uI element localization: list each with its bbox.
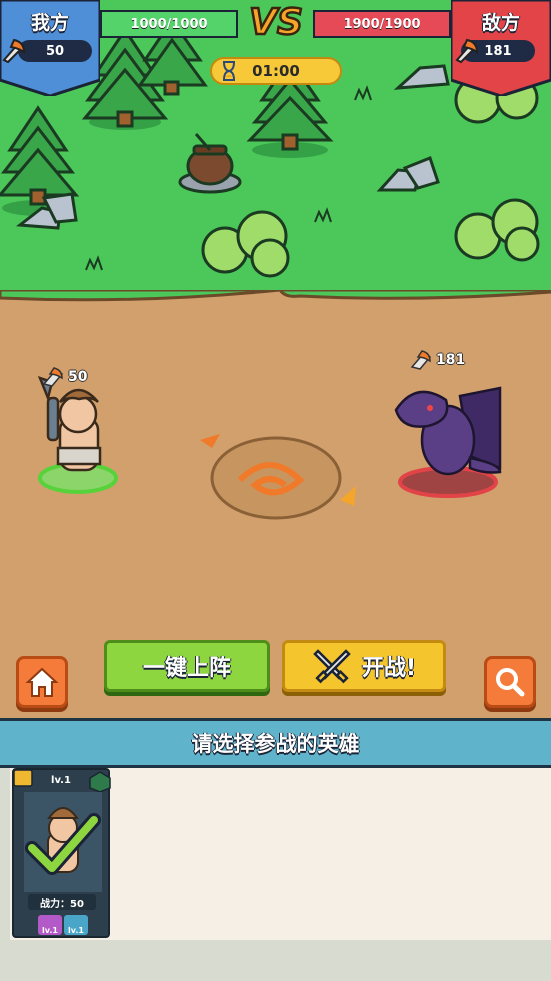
hero-power: 战力：50 xyxy=(28,894,96,910)
skill-slot: lv.1 xyxy=(64,915,88,935)
card-badges xyxy=(14,770,111,793)
skill-slot: lv.1 xyxy=(38,915,62,935)
class-icon xyxy=(89,771,111,793)
ally-hp-bar: 1000/1000 xyxy=(100,10,238,38)
arena-decor xyxy=(0,290,551,520)
ally-team-title: 我方 xyxy=(30,12,69,34)
axe-icon xyxy=(455,38,479,64)
home-button[interactable] xyxy=(16,656,68,708)
axe-icon xyxy=(42,367,64,387)
search-icon xyxy=(496,668,525,697)
enemy-team-title: 敌方 xyxy=(481,12,520,34)
enemy-hp-bar: 1900/1900 xyxy=(313,10,451,38)
enemy-unit-power: 181 xyxy=(408,349,465,371)
cooking-pot xyxy=(178,133,242,194)
dragon-enemy xyxy=(394,386,502,476)
start-battle-button[interactable]: 开战! xyxy=(282,640,446,692)
game-screen: 50 181 1000/1000 1900/1900 VS 我方 50 敌方 1… xyxy=(0,0,551,981)
caveman-hero xyxy=(37,375,102,472)
auto-deploy-button[interactable]: 一键上阵 xyxy=(104,640,270,692)
summon-circle xyxy=(200,434,356,520)
axe-icon xyxy=(2,38,26,64)
hourglass-icon xyxy=(223,61,235,81)
enemy-team-panel: 敌方 181 xyxy=(451,0,551,96)
home-icon xyxy=(25,667,59,697)
vs-text: VS xyxy=(249,2,303,43)
ally-team-panel: 我方 50 xyxy=(0,0,100,96)
crossed-swords-icon xyxy=(313,649,351,684)
axe-icon xyxy=(410,350,432,370)
ally-power: 50 xyxy=(18,40,92,62)
hero-card[interactable]: lv.1 战力：50 lv.1 lv.1 xyxy=(12,768,111,938)
vs-emblem: VS xyxy=(248,1,304,44)
player-unit-power: 50 xyxy=(40,366,87,388)
hero-portrait xyxy=(24,792,102,892)
book-icon xyxy=(14,770,33,787)
hero-select-prompt: 请选择参战的英雄 xyxy=(0,718,551,768)
battle-timer: 01:00 xyxy=(210,57,342,85)
search-button[interactable] xyxy=(484,656,536,708)
battle-arena xyxy=(0,290,551,718)
